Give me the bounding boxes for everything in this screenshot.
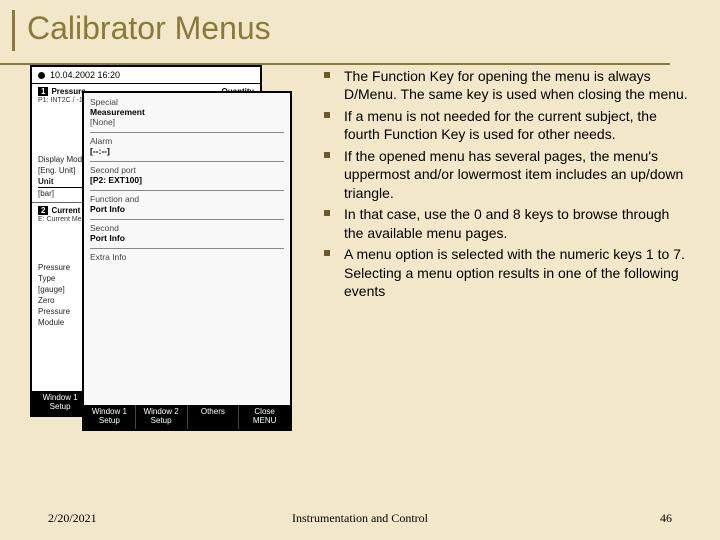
bullet-item: A menu option is selected with the numer… — [318, 245, 690, 300]
device-back-header: 10.04.2002 16:20 — [32, 67, 260, 84]
bullet-item: The Function Key for opening the menu is… — [318, 67, 690, 104]
softkey[interactable]: Window 1Setup — [32, 391, 89, 415]
record-dot-icon — [38, 72, 45, 79]
section-2-num: 2 — [38, 206, 48, 215]
title-block: Calibrator Menus — [12, 10, 690, 51]
slide: Calibrator Menus 10.04.2002 16:20 1Press… — [0, 0, 720, 540]
footer-page: 46 — [592, 511, 672, 526]
softkey[interactable]: CloseMENU — [239, 405, 290, 429]
footer: 2/20/2021 Instrumentation and Control 46 — [0, 511, 720, 526]
bullet-item: If the opened menu has several pages, th… — [318, 147, 690, 202]
bullet-list: The Function Key for opening the menu is… — [318, 65, 690, 435]
device-front: SpecialMeasurement[None] Alarm[--:--] Se… — [82, 91, 292, 431]
section-2-name: Current — [51, 206, 80, 215]
softkey[interactable]: Window 1Setup — [84, 405, 136, 429]
content-row: 10.04.2002 16:20 1Pressure Quantity P1: … — [12, 65, 690, 435]
slide-title: Calibrator Menus — [27, 10, 690, 51]
section-1-name: Pressure — [51, 87, 85, 96]
section-1-num: 1 — [38, 87, 48, 96]
footer-center: Instrumentation and Control — [128, 511, 592, 526]
footer-date: 2/20/2021 — [48, 511, 128, 526]
bullet-item: If a menu is not needed for the current … — [318, 107, 690, 144]
device-back-time: 10.04.2002 16:20 — [50, 70, 120, 80]
softkey[interactable]: Window 2Setup — [136, 405, 188, 429]
bullet-item: In that case, use the 0 and 8 keys to br… — [318, 205, 690, 242]
softkey[interactable]: Others — [188, 405, 240, 429]
device-front-softkeys: Window 1Setup Window 2Setup Others Close… — [84, 405, 290, 429]
device-front-body: SpecialMeasurement[None] Alarm[--:--] Se… — [84, 93, 290, 271]
device-screenshots: 10.04.2002 16:20 1Pressure Quantity P1: … — [30, 65, 292, 435]
